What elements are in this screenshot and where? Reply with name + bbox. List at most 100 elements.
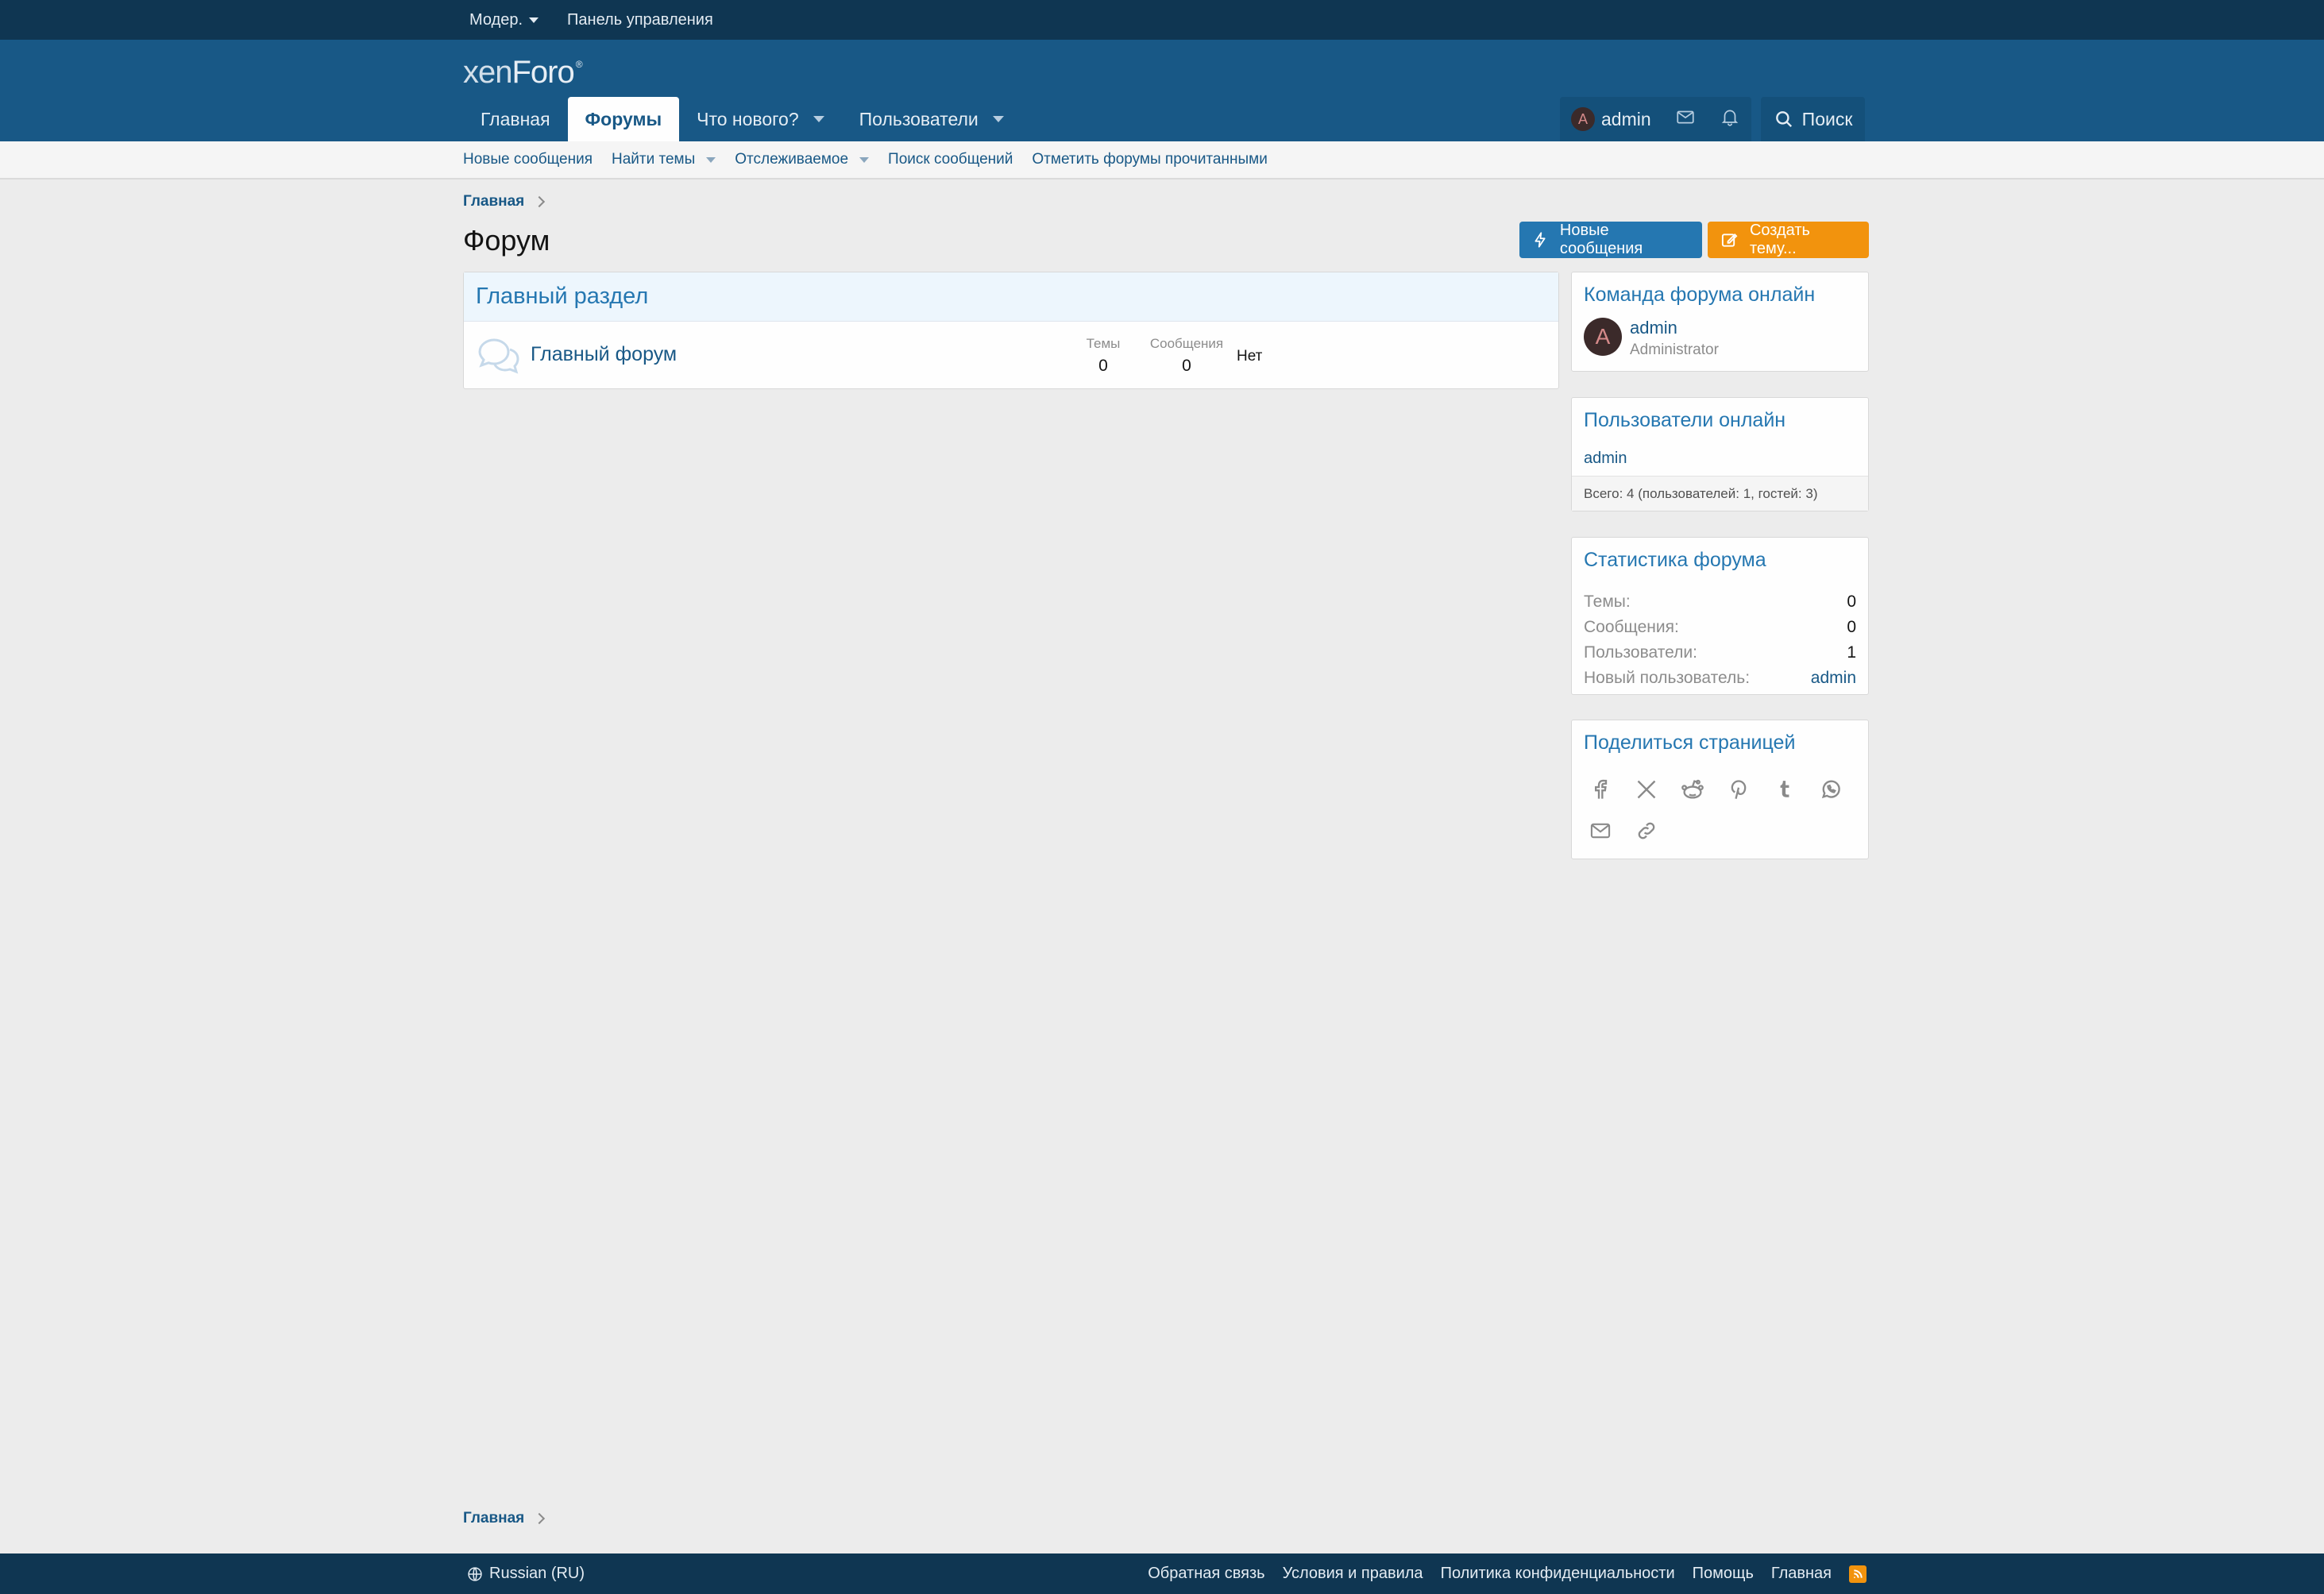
admin-panel-link[interactable]: Панель управления [567,11,713,29]
chevron-right-icon [534,195,546,208]
user-avatar: A [1571,107,1595,131]
subnav-watched[interactable]: Отслеживаемое [735,151,870,168]
forum-title[interactable]: Главный форум [531,343,677,366]
logo-part-1: xen [463,55,512,90]
subnav-search-posts[interactable]: Поиск сообщений [888,151,1013,168]
footer-link-privacy[interactable]: Политика конфиденциальности [1441,1565,1675,1583]
newest-member-link[interactable]: admin [1811,666,1856,691]
footer-link-help[interactable]: Помощь [1693,1565,1754,1583]
threads-stat-value: 0 [1098,357,1108,375]
subnav-new-posts[interactable]: Новые сообщения [463,151,593,168]
messages-stat-label: Сообщения [1149,336,1224,351]
footer-link-contact[interactable]: Обратная связь [1148,1565,1264,1583]
chevron-right-icon [534,1512,546,1525]
main-nav: Главная Форумы Что нового? Пользователи [463,97,1021,141]
create-thread-button-label: Создать тему... [1749,222,1810,257]
stats-value: 0 [1847,592,1856,611]
inbox-icon[interactable] [1675,106,1696,132]
share-widget: Поделиться страницей [1571,720,1869,859]
footer-link-home[interactable]: Главная [1771,1565,1832,1583]
footer-link-terms[interactable]: Условия и правила [1283,1565,1423,1583]
nav-tab-label: Главная [481,108,550,129]
forum-stats-widget: Статистика форума Темы: 0 Сообщения: 0 Пол… [1571,537,1869,695]
forum-stats-list: Темы: 0 Сообщения: 0 Пользователи: 1 Новый … [1572,572,1868,691]
staff-member: A admin Administrator [1572,307,1868,359]
forum-row: Главный форум Темы 0 Сообщения 0 Нет [464,322,1558,389]
pinterest-icon[interactable] [1726,777,1751,802]
logo-part-2: Foro [512,55,575,90]
nav-user-area: A admin Поиск [1560,97,1866,141]
caret-down-icon[interactable] [992,116,1004,122]
whatsapp-icon[interactable] [1818,777,1843,802]
rss-icon[interactable] [1849,1565,1867,1583]
staff-online-widget: Команда форума онлайн A admin Administra… [1571,272,1869,372]
subnav-mark-read[interactable]: Отметить форумы прочитанными [1032,151,1267,168]
subnav-label: Найти темы [612,151,696,168]
nav-tab-members[interactable]: Пользователи [842,97,1021,141]
user-block: A admin [1560,97,1751,141]
threads-stat-label: Темы [1086,336,1121,351]
caret-down-icon[interactable] [859,156,870,163]
messages-stat-value: 0 [1182,357,1191,375]
staff-bar-inner: Модер. Панель управления [463,0,1869,40]
moderator-menu[interactable]: Модер. [469,11,539,29]
sub-nav: Новые сообщения Найти темы Отслеживаемое… [0,141,2324,179]
online-users-title[interactable]: Пользователи онлайн [1584,409,1785,431]
online-user-link[interactable]: admin [1584,450,1627,467]
nav-tab-whats-new[interactable]: Что нового? [679,97,842,141]
site-footer: Russian (RU) Обратная связь Условия и пр… [0,1553,2324,1594]
account-menu[interactable]: A admin [1571,107,1651,131]
stats-label: Темы: [1584,592,1631,611]
search-button[interactable]: Поиск [1760,97,1866,141]
forum-chat-icon [478,338,519,374]
stats-value: 1 [1847,643,1856,662]
forum-category-block: Главный раздел Главный форум Темы 0 Сооб… [463,272,1559,389]
nav-tab-label: Пользователи [859,108,979,129]
caret-down-icon[interactable] [706,156,716,163]
stats-row: Сообщения: 0 [1584,615,1856,640]
username-label: admin [1601,108,1651,129]
tumblr-icon[interactable] [1772,777,1797,802]
reddit-icon[interactable] [1680,777,1705,802]
x-icon[interactable] [1634,777,1659,802]
stats-label: Новый пользователь: [1584,669,1751,687]
online-users-widget: Пользователи онлайн admin Всего: 4 (поль… [1571,397,1869,511]
online-total: Всего: 4 (пользователей: 1, гостей: 3) [1572,476,1868,511]
caret-down-icon [529,17,539,23]
forum-stats-title: Статистика форума [1584,549,1766,571]
sub-nav-inner: Новые сообщения Найти темы Отслеживаемое… [463,141,1869,178]
moderator-menu-label: Модер. [469,10,523,29]
language-chooser[interactable]: Russian (RU) [467,1553,585,1594]
breadcrumb-home[interactable]: Главная [463,193,524,210]
caret-down-icon[interactable] [813,116,824,122]
link-icon[interactable] [1634,818,1659,843]
category-title[interactable]: Главный раздел [476,284,648,310]
share-buttons [1572,755,1868,843]
email-icon[interactable] [1588,818,1613,843]
nav-tab-home[interactable]: Главная [463,97,568,141]
stats-row: Новый пользователь: admin [1584,666,1856,691]
create-thread-button[interactable]: Создать тему... [1708,222,1869,258]
site-logo[interactable]: xen Foro ® [463,52,583,91]
staff-online-title[interactable]: Команда форума онлайн [1584,284,1815,306]
subnav-find-threads[interactable]: Найти темы [612,151,716,168]
facebook-icon[interactable] [1588,777,1613,802]
language-label: Russian (RU) [489,1565,585,1582]
nav-tab-forums[interactable]: Форумы [567,97,680,141]
last-post-text: Нет [1237,348,1263,365]
breadcrumb-home[interactable]: Главная [463,1510,524,1527]
staff-member-name[interactable]: admin [1630,318,1677,338]
bolt-icon [1535,232,1546,248]
staff-bar: Модер. Панель управления [0,0,2324,40]
nav-tab-label: Форумы [585,108,662,129]
stats-value: 0 [1847,618,1856,636]
subnav-label: Отслеживаемое [735,151,849,168]
avatar[interactable]: A [1584,318,1622,356]
site-header: xen Foro ® Главная Форумы Что нового? По… [0,40,2324,141]
new-posts-button[interactable]: Новые сообщения [1519,222,1702,258]
bell-icon[interactable] [1720,106,1740,132]
footer-links: Обратная связь Условия и правила Политик… [1148,1553,1867,1594]
page-title: Форум [463,224,550,257]
breadcrumb-bottom: Главная [463,1510,546,1527]
nav-tab-label: Что нового? [697,108,799,129]
